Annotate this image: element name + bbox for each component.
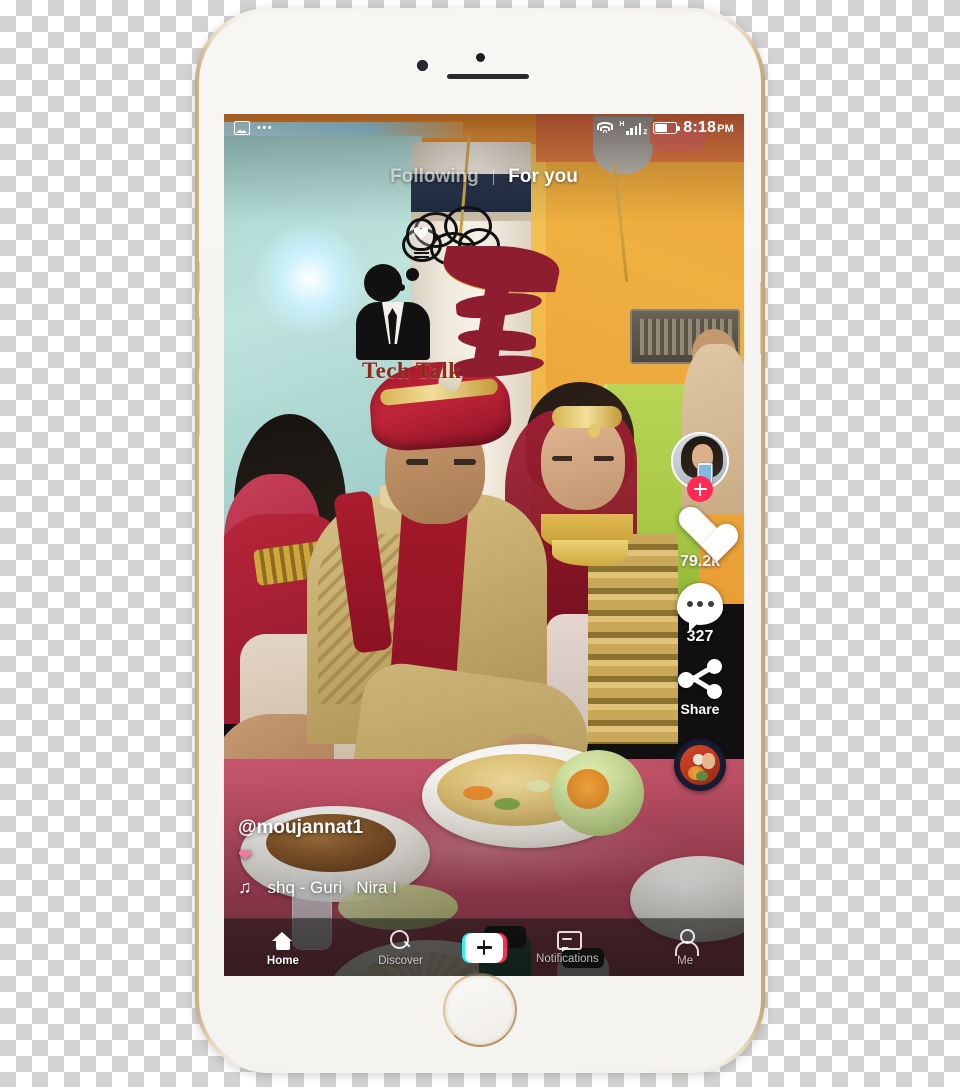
create-button-face[interactable] — [465, 932, 503, 963]
t2-monogram-icon — [428, 240, 565, 380]
scene-bride-face — [541, 414, 626, 510]
scene-bride-eyes — [551, 456, 614, 461]
phone-screen: ••• H 2 8:18PM Following For you Tech Ta… — [224, 114, 744, 976]
nav-item-discover[interactable]: Discover — [342, 929, 460, 967]
battery-icon — [653, 122, 680, 134]
music-row[interactable]: ♫ shq - Guri Nira I — [238, 877, 598, 898]
watermark-brand-label: Tech Talk — [362, 358, 462, 383]
thought-dot-large-icon — [406, 268, 419, 281]
follow-button[interactable] — [687, 476, 713, 502]
earpiece-speaker-icon — [447, 74, 529, 79]
scene-bride-necklace-lower — [551, 540, 628, 566]
bulb-base-icon — [414, 248, 429, 258]
share-icon[interactable] — [677, 658, 723, 700]
front-camera-icon — [476, 53, 485, 62]
caption-text: ❤ — [238, 846, 253, 866]
network-type-label: H — [619, 120, 625, 128]
nav-item-notifications[interactable]: Notifications — [509, 930, 627, 965]
power-button[interactable] — [760, 282, 761, 354]
clock: 8:18PM — [683, 119, 734, 137]
comment-bubble-icon[interactable] — [677, 583, 723, 632]
proximity-sensor-icon — [417, 60, 428, 71]
home-icon — [271, 929, 294, 952]
like-button[interactable]: 79.2k — [677, 508, 723, 571]
silent-switch[interactable] — [199, 262, 200, 292]
tech-talk-watermark: Tech Talk — [356, 206, 565, 383]
music-disc[interactable] — [674, 739, 726, 791]
image-icon — [234, 121, 250, 135]
scene-bride-tikka — [588, 424, 600, 438]
music-note-icon: ♫ — [238, 877, 252, 897]
nav-item-home[interactable]: Home — [224, 929, 342, 967]
create-video-button[interactable] — [461, 932, 507, 963]
tab-separator — [492, 169, 495, 185]
person-head-icon — [364, 264, 402, 302]
nav-label-home: Home — [266, 954, 299, 967]
signal-bars-icon: H 2 — [619, 120, 648, 136]
music-title[interactable]: shq - Guri Nira I — [268, 878, 397, 898]
battery-fill — [655, 124, 667, 132]
action-rail: 79.2k 327 Share — [664, 432, 736, 791]
music-disc-leaf — [696, 770, 709, 781]
scene-light-glow — [250, 224, 370, 334]
status-bar-right: H 2 8:18PM — [596, 119, 734, 137]
comment-button[interactable]: 327 — [677, 583, 723, 646]
scene-bride-headpiece — [551, 406, 622, 428]
person-icon — [674, 928, 700, 956]
volume-up-button[interactable] — [199, 317, 200, 369]
creator-avatar-wrap[interactable] — [671, 432, 729, 502]
phone-device: ••• H 2 8:18PM Following For you Tech Ta… — [195, 8, 765, 1073]
creator-username[interactable]: @moujannat1 — [238, 817, 598, 839]
share-label: Share — [680, 701, 720, 717]
volume-down-button[interactable] — [199, 384, 200, 436]
status-bar: ••• H 2 8:18PM — [224, 114, 744, 142]
feed-tabs: Following For you — [224, 166, 744, 188]
status-bar-left: ••• — [234, 121, 273, 135]
home-button[interactable] — [443, 973, 517, 1047]
wifi-icon — [596, 121, 613, 135]
heart-icon[interactable] — [677, 508, 723, 550]
plus-icon — [476, 940, 492, 955]
inbox-icon — [556, 930, 582, 952]
nav-item-me[interactable]: Me — [626, 928, 744, 967]
scene-groom-eyes — [406, 459, 476, 465]
search-icon — [389, 929, 412, 952]
phone-body: ••• H 2 8:18PM Following For you Tech Ta… — [199, 12, 761, 1069]
nav-label-me: Me — [677, 954, 694, 967]
clock-time: 8:18 — [683, 119, 717, 136]
clock-meridiem: PM — [717, 123, 734, 135]
nav-label-notifications: Notifications — [536, 953, 599, 965]
more-dots-icon: ••• — [257, 122, 274, 134]
nav-label-discover: Discover — [378, 954, 423, 967]
tab-for-you[interactable]: For you — [508, 166, 578, 188]
post-caption-block: @moujannat1 ❤ ♫ shq - Guri Nira I — [238, 817, 598, 898]
sim-index-label: 2 — [643, 128, 648, 136]
bottom-nav-bar: Home Discover Notifications Me — [224, 918, 744, 976]
share-button[interactable]: Share — [677, 658, 723, 717]
tab-following[interactable]: Following — [390, 166, 479, 188]
